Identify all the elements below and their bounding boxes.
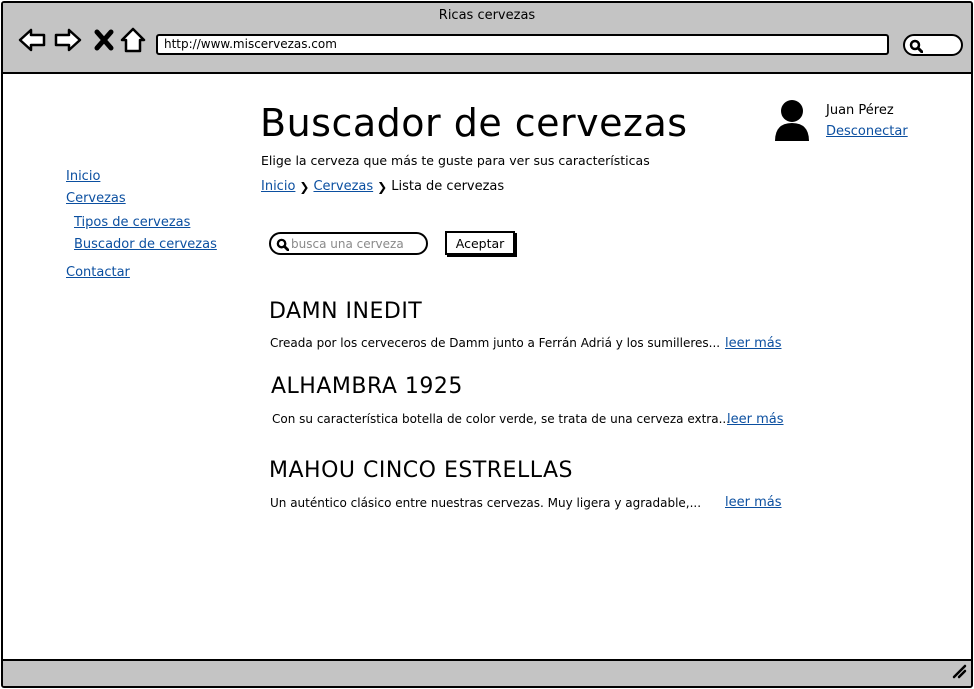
beer-description: Con su característica botella de color v… (272, 412, 731, 426)
beer-description: Un auténtico clásico entre nuestras cerv… (270, 496, 702, 510)
read-more-link[interactable]: leer más (727, 412, 784, 427)
logout-link[interactable]: Desconectar (826, 124, 908, 139)
arrow-right-icon[interactable] (53, 25, 83, 55)
beer-title: MAHOU CINCO ESTRELLAS (269, 458, 573, 483)
breadcrumb-inicio[interactable]: Inicio (261, 179, 295, 194)
beer-description: Creada por los cerveceros de Damm junto … (270, 336, 721, 350)
chevron-right-icon: ❯ (299, 179, 310, 194)
sidebar-item-cervezas[interactable]: Cervezas (66, 191, 126, 206)
window-title: Ricas cervezas (438, 8, 536, 23)
status-bar (3, 659, 971, 686)
beer-search-field[interactable] (269, 232, 428, 255)
resize-grip-icon[interactable] (951, 663, 967, 683)
read-more-link[interactable]: leer más (725, 336, 782, 351)
url-bar[interactable]: http://www.miscervezas.com (156, 34, 889, 55)
browser-toolbar: Ricas cervezas http://www.miscervezas.co… (3, 3, 971, 74)
chevron-right-icon: ❯ (377, 179, 388, 194)
search-icon (909, 39, 923, 53)
sidebar-item-buscador[interactable]: Buscador de cervezas (74, 237, 217, 252)
breadcrumb: Inicio ❯ Cervezas ❯ Lista de cervezas (261, 179, 504, 194)
beer-title: DAMN INEDIT (269, 299, 423, 324)
user-name: Juan Pérez (826, 103, 894, 118)
page-title: Buscador de cervezas (260, 101, 688, 145)
accept-button[interactable]: Aceptar (445, 231, 515, 255)
sidebar-item-contactar[interactable]: Contactar (66, 265, 130, 280)
close-icon[interactable] (92, 25, 122, 55)
home-icon[interactable] (119, 25, 149, 55)
sidebar-item-tipos[interactable]: Tipos de cervezas (74, 215, 190, 230)
sidebar-item-inicio[interactable]: Inicio (66, 169, 100, 184)
page-subtitle: Elige la cerveza que más te guste para v… (261, 153, 650, 168)
beer-title: ALHAMBRA 1925 (271, 374, 463, 399)
breadcrumb-current: Lista de cervezas (391, 179, 505, 194)
browser-search-field[interactable] (903, 34, 963, 56)
read-more-link[interactable]: leer más (725, 495, 782, 510)
arrow-left-icon[interactable] (17, 25, 47, 55)
breadcrumb-cervezas[interactable]: Cervezas (313, 179, 373, 194)
browser-window: Ricas cervezas http://www.miscervezas.co… (1, 1, 973, 688)
search-icon (276, 238, 289, 251)
beer-search-input[interactable] (291, 235, 423, 252)
user-icon (773, 99, 811, 143)
